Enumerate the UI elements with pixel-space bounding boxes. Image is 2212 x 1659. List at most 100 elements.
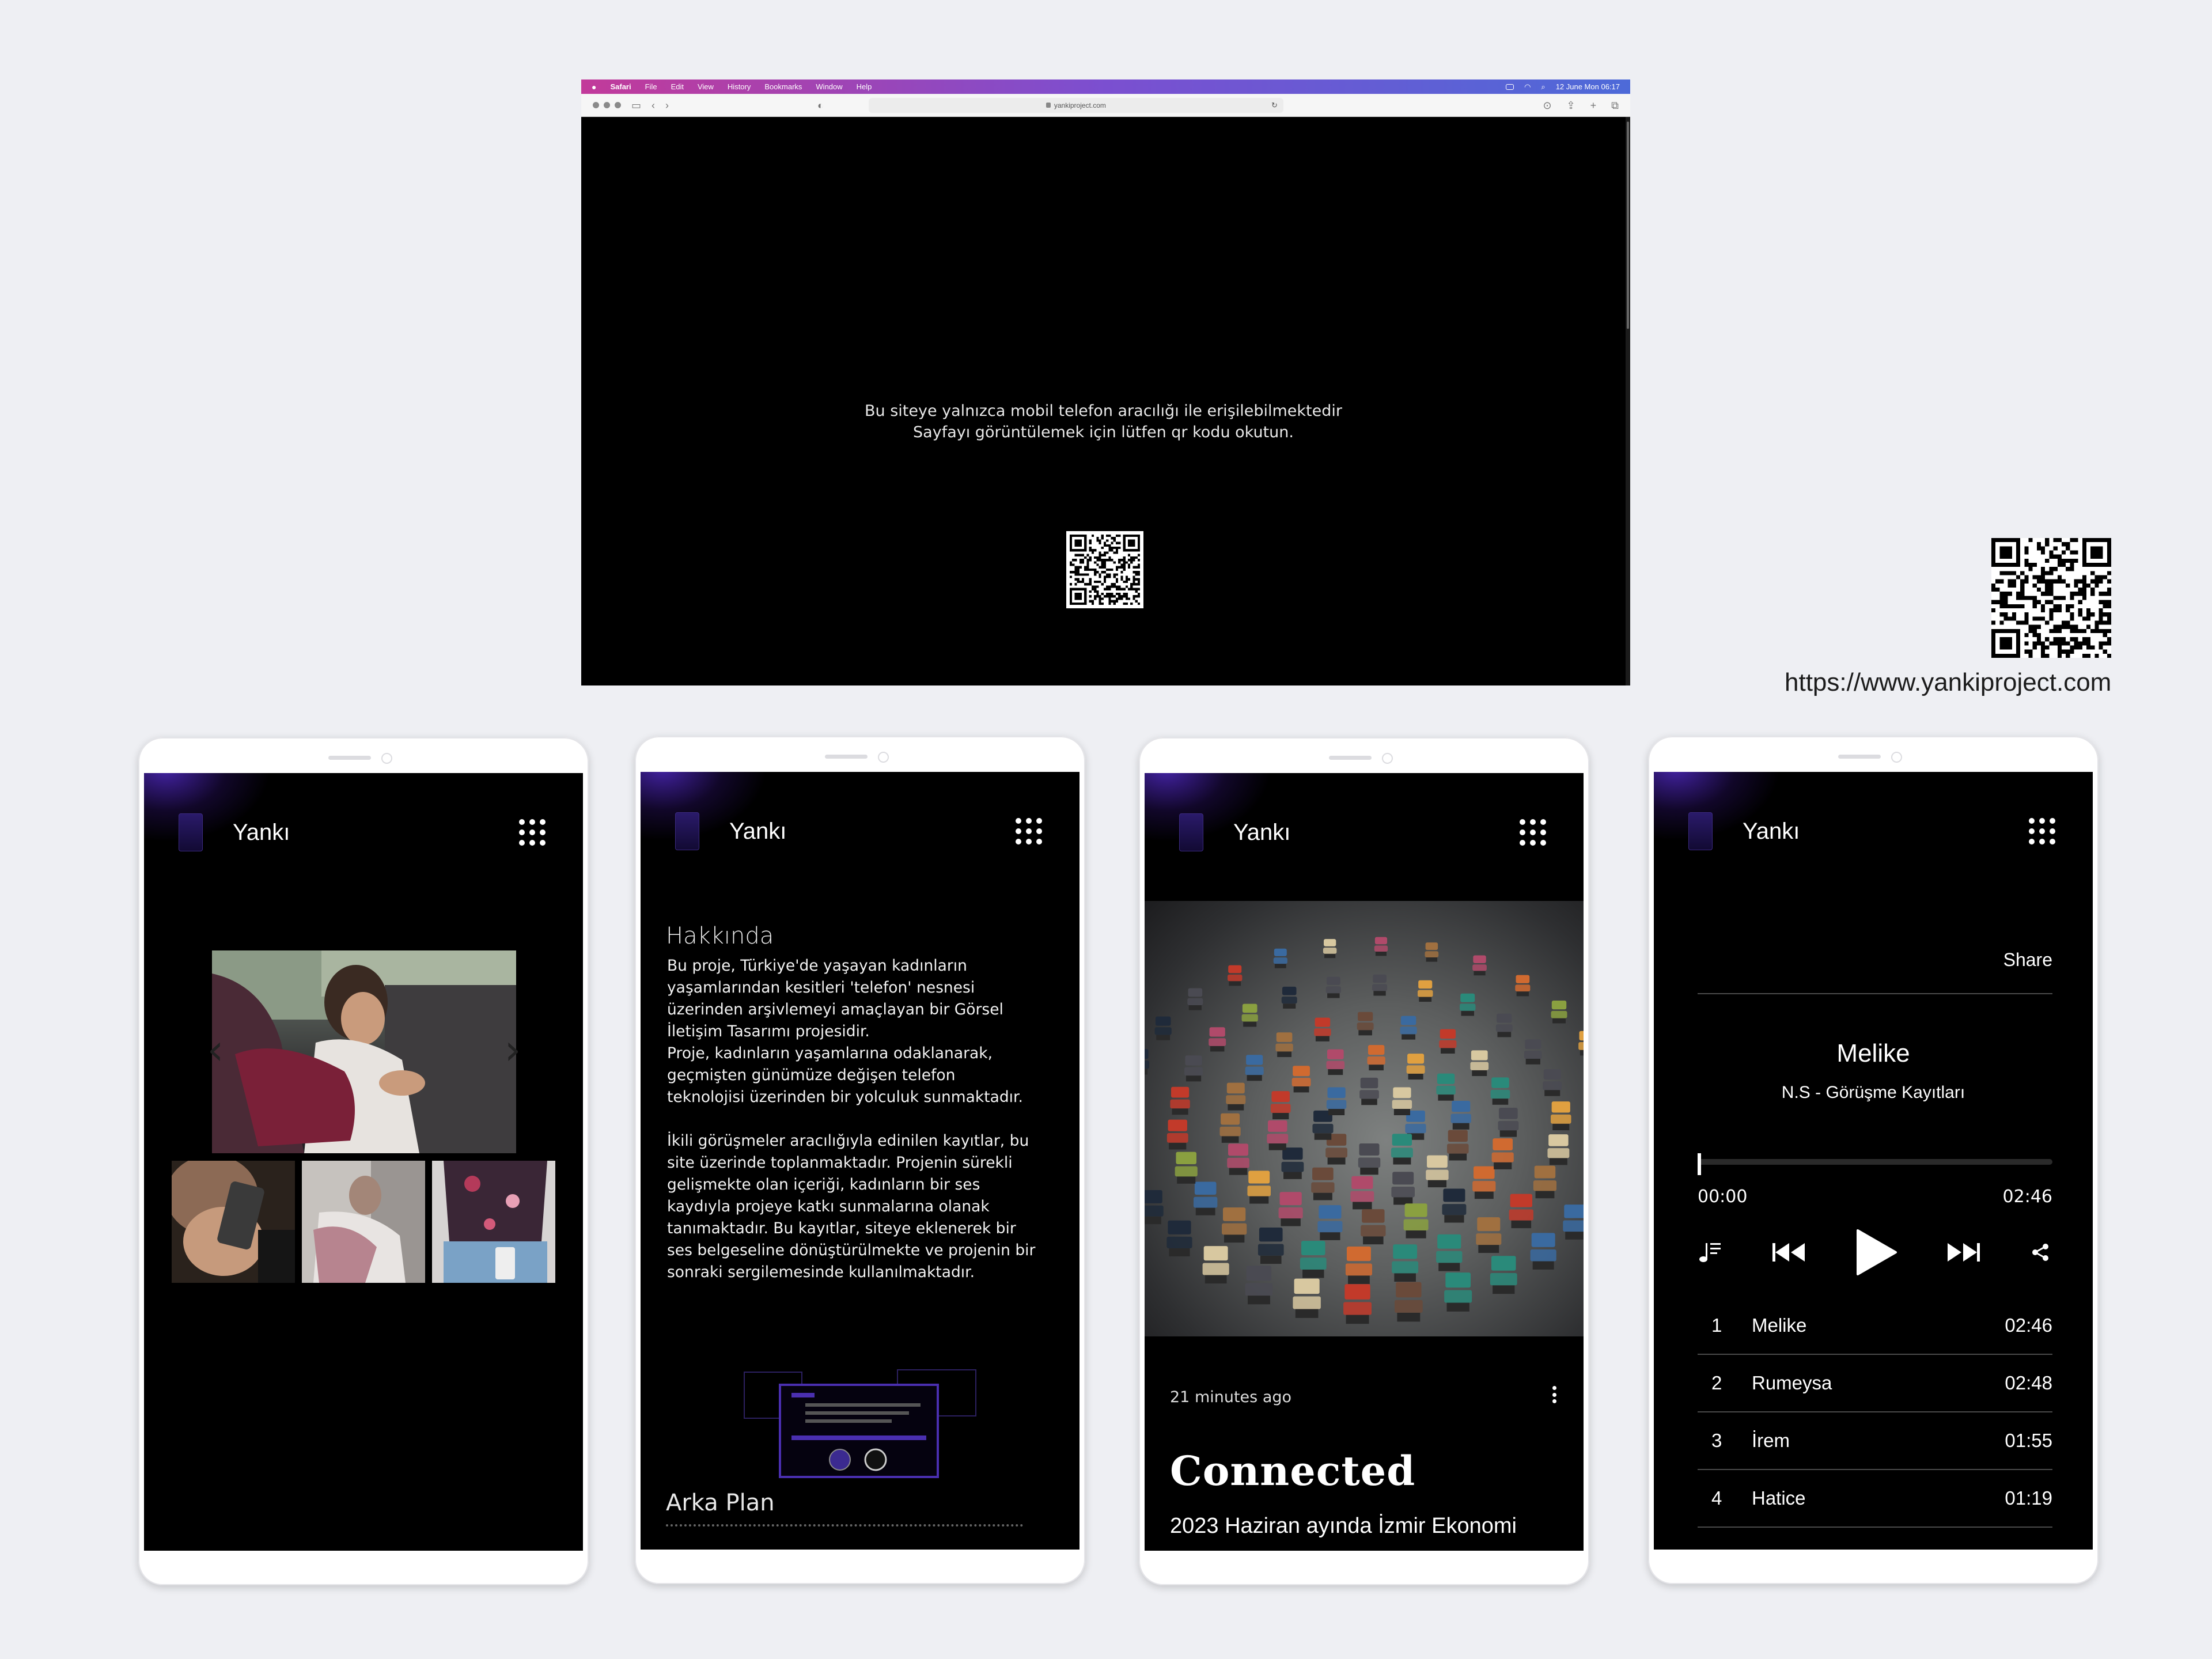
app-logo[interactable] [675,812,699,850]
close-window-button[interactable] [593,102,599,108]
app-logo[interactable] [1179,813,1203,851]
reload-icon[interactable]: ↻ [1271,101,1278,110]
wifi-icon[interactable]: ◠ [1524,82,1531,92]
thumbnail-3[interactable] [432,1161,555,1283]
app-title[interactable]: Yankı [1743,819,1800,844]
previous-icon[interactable] [1771,1241,1806,1264]
next-icon[interactable] [1946,1241,1981,1264]
gallery-main-photo[interactable] [212,950,516,1153]
track-number: 4 [1711,1487,1722,1509]
menu-view[interactable]: View [698,82,714,91]
menu-file[interactable]: File [645,82,657,91]
back-icon[interactable]: ‹ [652,100,655,111]
message-line-2: Sayfayı görüntülemek için lütfen qr kodu… [913,423,1294,441]
post-excerpt: 2023 Haziran ayında İzmir Ekonomi [1170,1514,1517,1538]
thumbnail-1[interactable] [172,1161,295,1283]
phone-camera [1382,753,1393,764]
now-playing-album: N.S - Görüşme Kayıtları [1781,1083,1965,1102]
menu-clock[interactable]: 12 June Mon 06:17 [1556,82,1620,91]
grid-menu-icon[interactable] [2026,815,2058,847]
track-title: Hatice [1752,1487,1806,1509]
apple-icon[interactable]: ● [592,82,596,92]
track-duration: 01:19 [2005,1487,2052,1509]
status-area: ◠ ⌕ 12 June Mon 06:17 [1506,82,1620,92]
track-title: İrem [1752,1430,1790,1451]
photo-phone-in-pocket [432,1161,555,1283]
divider [1698,993,2052,994]
photo-woman-on-bus-faded [302,1161,425,1283]
app-title[interactable]: Yankı [233,820,290,846]
phone-camera [381,753,392,764]
qr-code-graphic [1070,535,1140,605]
share-icon[interactable]: ⇪ [1567,100,1575,111]
photo-hand-holding-phone [172,1161,295,1283]
mobile-only-message: Bu siteye yalnızca mobil telefon aracılı… [581,400,1626,443]
browser-scrollbar[interactable] [1626,117,1630,685]
qr-code-icon [1066,531,1143,608]
mockup-graphic [744,1369,976,1478]
menu-edit[interactable]: Edit [671,82,684,91]
minimize-window-button[interactable] [604,102,610,108]
battery-icon[interactable] [1506,84,1514,90]
app-logo[interactable] [179,813,203,851]
zoom-window-button[interactable] [615,102,621,108]
address-bar[interactable]: yankiproject.com ↻ [868,97,1283,113]
share-button[interactable]: Share [2003,949,2052,971]
current-time: 00:00 [1698,1187,1748,1207]
forward-icon[interactable]: › [665,100,669,111]
track-row[interactable]: 1 Melike 02:46 [1698,1297,2052,1355]
menu-app-name[interactable]: Safari [610,82,631,91]
app-title[interactable]: Yankı [729,819,786,844]
menu-bookmarks[interactable]: Bookmarks [764,82,802,91]
sidebar-icon[interactable]: ▭ [631,100,641,111]
track-row[interactable]: 2 Rumeysa 02:48 [1698,1355,2052,1412]
track-number: 1 [1711,1315,1722,1336]
phone-camera [1891,752,1902,763]
app-logo[interactable] [1688,812,1713,850]
post-title[interactable]: Connected [1170,1447,1415,1495]
website-mockup-illustration [742,1368,978,1478]
clipped-text-line [666,1524,1023,1530]
toolbar-right: ⊙ ⇪ + ⧉ [1543,100,1619,111]
progress-handle[interactable] [1698,1153,1701,1175]
phone-speaker [1329,756,1372,760]
thumbnail-2[interactable] [302,1161,425,1283]
grid-menu-icon[interactable] [516,816,548,849]
player-controls [1698,1224,2052,1281]
menu-history[interactable]: History [728,82,751,91]
photo-woman-on-bus [212,950,516,1153]
playlist-icon[interactable] [1698,1240,1723,1265]
phone-speaker [1838,755,1881,759]
menu-help[interactable]: Help [857,82,872,91]
menu-window[interactable]: Window [816,82,842,91]
grid-menu-icon[interactable] [1517,816,1549,849]
new-tab-icon[interactable]: + [1590,100,1597,111]
play-icon[interactable] [1854,1228,1898,1277]
window-controls [593,102,621,108]
scrollbar-thumb[interactable] [1627,122,1629,329]
track-row[interactable]: 4 Hatice 01:19 [1698,1470,2052,1528]
shield-icon[interactable]: ◐ [817,100,824,111]
next-slide-icon[interactable]: › [501,1027,524,1073]
track-row[interactable]: 3 İrem 01:55 [1698,1412,2052,1470]
progress-slider[interactable] [1698,1153,2052,1175]
phone-speaker [825,755,868,759]
post-feature-image[interactable] [1145,901,1584,1336]
grid-menu-icon[interactable] [1013,815,1045,847]
phone-screen: Yankı Hakkında Bu proje, Türkiye'de yaşa… [641,772,1080,1550]
search-icon[interactable]: ⌕ [1541,82,1545,92]
app-title[interactable]: Yankı [1233,820,1290,846]
app-header: Yankı [1179,813,1549,851]
tabs-icon[interactable]: ⧉ [1611,100,1619,111]
background-heading: Arka Plan [666,1490,775,1516]
phone-player: Yankı Share Melike N.S - Görüşme Kayıtla… [1648,736,2099,1584]
address-url: yankiproject.com [1054,101,1106,109]
download-icon[interactable]: ⊙ [1543,100,1551,111]
previous-slide-icon[interactable]: ‹ [204,1027,227,1073]
more-icon[interactable] [1552,1386,1557,1403]
total-time: 02:46 [2002,1187,2052,1207]
share-nodes-icon[interactable] [2029,1241,2052,1264]
about-heading: Hakkında [666,923,774,949]
desktop-browser-window: ● Safari File Edit View History Bookmark… [581,79,1630,685]
track-number: 2 [1711,1372,1722,1393]
